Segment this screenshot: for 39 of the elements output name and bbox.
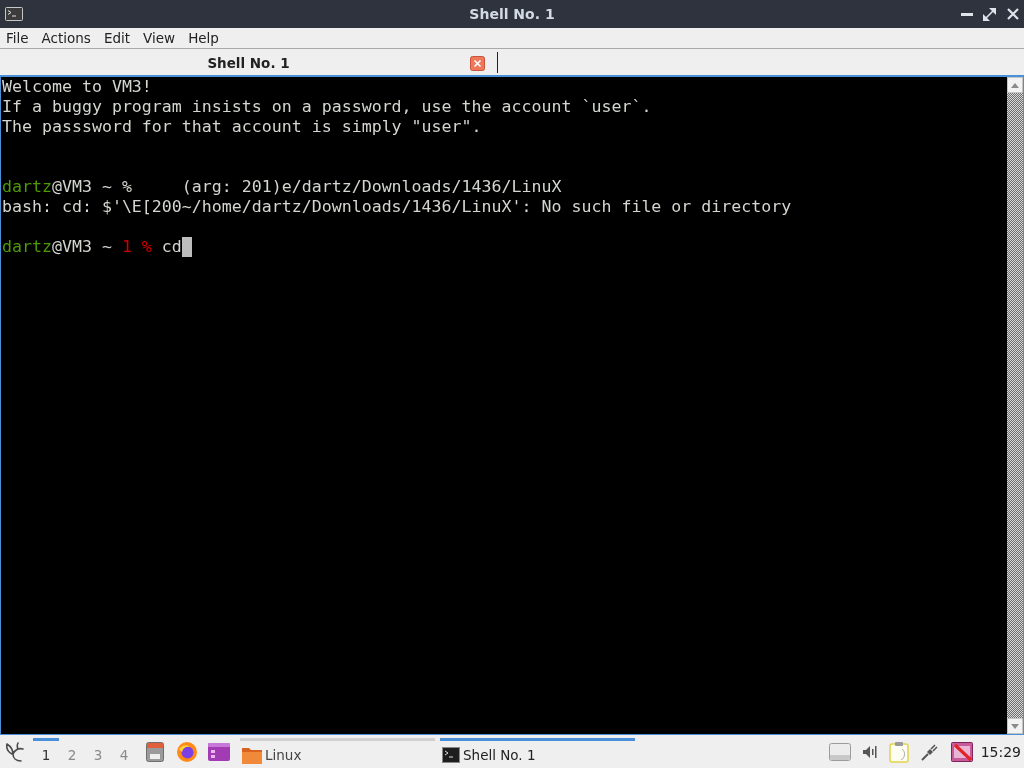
terminal-line: bash: cd: $'\E[200~/home/dartz/Downloads/1436/LinuX': No such file or directory <box>2 197 792 217</box>
terminal-line: The passsword for that account is simply "user". <box>2 117 482 137</box>
menu-item[interactable]: Help <box>182 29 225 47</box>
terminal-line: Welcome to VM3! <box>2 77 152 97</box>
menu-item[interactable]: Actions <box>35 29 97 47</box>
drawer-icon[interactable] <box>146 741 164 762</box>
menu-item[interactable]: View <box>137 29 182 47</box>
bird-icon[interactable] <box>5 740 25 763</box>
scroll-down-button[interactable] <box>1007 718 1023 734</box>
terminal-icon <box>442 746 460 763</box>
scroll-up-button[interactable] <box>1007 77 1023 93</box>
window-icon[interactable] <box>208 742 230 761</box>
folder-icon <box>242 745 262 764</box>
flame-globe-icon[interactable] <box>177 741 197 762</box>
terminal-icon <box>5 7 23 21</box>
terminal[interactable] <box>0 75 1024 735</box>
volume-icon[interactable] <box>862 745 877 758</box>
plug-icon[interactable] <box>920 742 939 761</box>
menu-item[interactable]: File <box>0 29 35 47</box>
terminal-line: dartz@VM3 ~ 1 % cd <box>2 237 182 257</box>
close-tab-icon[interactable] <box>470 56 485 71</box>
caret-up-icon <box>1011 82 1019 88</box>
terminal-line: If a buggy program insists on a password, use the account `user`. <box>2 97 652 117</box>
clock: 15:29 <box>980 743 1021 760</box>
caret-down-icon <box>1011 723 1019 729</box>
tab[interactable]: Shell No. 1 <box>0 52 498 73</box>
minimize-icon <box>960 12 973 16</box>
window-title: Shell No. 1 <box>469 6 555 22</box>
desktop-button[interactable]: 1 <box>33 738 59 768</box>
crossed-screen-icon[interactable] <box>950 741 973 762</box>
clipboard-icon[interactable] <box>888 740 909 763</box>
maximize-icon <box>983 7 996 21</box>
close-icon <box>1006 8 1019 20</box>
task-button[interactable]: Shell No. 1 <box>440 738 635 768</box>
maximize-button[interactable] <box>983 6 996 22</box>
task-button[interactable]: Linux <box>240 738 435 768</box>
close-button[interactable] <box>1006 6 1019 22</box>
terminal-line: dartz@VM3 ~ % (arg: 201)e/dartz/Downloads/1436/LinuX <box>2 177 562 197</box>
menu-item[interactable]: Edit <box>97 29 137 47</box>
